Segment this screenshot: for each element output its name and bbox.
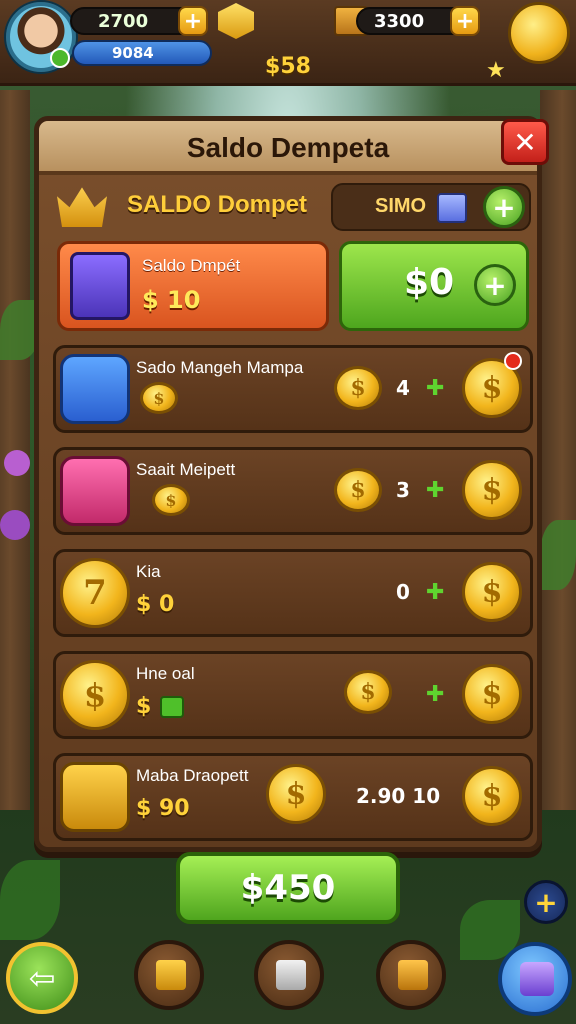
row-value: $ (136, 694, 152, 719)
crown-icon (57, 187, 107, 227)
tree-trunk-right (540, 90, 576, 810)
list-item[interactable]: Saait Meipett $ $ 3 ✚ $ (53, 447, 533, 535)
wallet-panel: Saldo Dempeta ✕ SALDO Dompet SIMO + Sald… (34, 116, 549, 852)
backpack-icon (70, 252, 130, 320)
gold-chest-icon (60, 762, 130, 832)
blue-bag-icon (60, 354, 130, 424)
feature-value: $ 10 (142, 286, 201, 314)
gift-icon (520, 962, 554, 996)
balance-button[interactable]: $0 + (339, 241, 529, 331)
balance-value: $0 (404, 262, 455, 303)
coin-button[interactable]: $ (462, 664, 522, 724)
sub-chip-label: SIMO (375, 195, 427, 217)
coin-button[interactable]: $ (462, 460, 522, 520)
add-cash-button[interactable]: + (450, 6, 480, 36)
list-item[interactable]: Sado Mangeh Mampa $ $ 4 ✚ $ (53, 345, 533, 433)
sub-title: SALDO Dompet (127, 191, 307, 218)
cash-count: 3300 (374, 10, 425, 32)
seven-coin-icon: 7 (60, 558, 130, 628)
row-count: 4 (396, 376, 410, 400)
floating-add-button[interactable]: + (524, 880, 568, 924)
close-button[interactable]: ✕ (501, 119, 549, 165)
row-value: $ 90 (136, 796, 190, 821)
feature-name: Saldo Dmpét (142, 256, 241, 275)
star-icon: ★ (486, 58, 506, 83)
back-button[interactable]: ⇦ (6, 942, 78, 1014)
buy-button[interactable]: $450 (176, 852, 400, 924)
shop-icon (156, 960, 186, 990)
coin-icon: $ (266, 764, 326, 824)
gem-icon (218, 3, 254, 39)
coin-icon: $ (334, 366, 382, 410)
inventory-icon (276, 960, 306, 990)
row-count: 2.90 10 (356, 784, 441, 808)
sub-header: SALDO Dompet SIMO + (53, 183, 533, 235)
box-icon (437, 193, 467, 223)
leaf-icon: ✚ (426, 580, 445, 605)
list-item[interactable]: Maba Draopett $ 90 $ 2.90 10 $ (53, 753, 533, 841)
gem-count: 2700 (98, 10, 149, 32)
row-name: Hne oal (136, 664, 195, 683)
leaf-icon: ✚ (426, 478, 445, 503)
nav-shop-button[interactable] (134, 940, 204, 1010)
dollar-coin-icon: $ (60, 660, 130, 730)
add-gems-button[interactable]: + (178, 6, 208, 36)
leaf-icon: ✚ (426, 376, 445, 401)
top-hud: 2700 + 9084 3300 + $58 ★ (0, 0, 576, 86)
row-count: 0 (396, 580, 410, 604)
row-name: Sado Mangeh Mampa (136, 358, 304, 377)
nav-treasure-button[interactable] (376, 940, 446, 1010)
notification-dot (504, 352, 522, 370)
leaf-icon: ✚ (426, 682, 445, 707)
row-value: $ 0 (136, 592, 175, 617)
leaf-decoration (540, 520, 576, 590)
flower-decoration (0, 510, 30, 540)
list-item[interactable]: $ Hne oal $ $ ✚ $ (53, 651, 533, 739)
coin-icon: $ (140, 382, 178, 414)
feature-card[interactable]: Saldo Dmpét $ 10 (57, 241, 329, 331)
cash-stack-icon (160, 696, 184, 718)
back-arrow-icon: ⇦ (28, 959, 56, 997)
feature-row: Saldo Dmpét $ 10 $0 + (53, 241, 533, 333)
row-count: 3 (396, 478, 410, 502)
pink-bag-icon (60, 456, 130, 526)
coin-button[interactable]: $ (462, 562, 522, 622)
panel-title: Saldo Dempeta (186, 132, 390, 163)
leaf-decoration (0, 860, 60, 940)
row-name: Saait Meipett (136, 460, 236, 479)
coin-icon: $ (152, 484, 190, 516)
treasure-icon (398, 960, 428, 990)
gift-button[interactable] (498, 942, 572, 1016)
coin-icon: $ (334, 468, 382, 512)
row-name: Maba Draopett (136, 766, 249, 785)
flower-decoration (4, 450, 30, 476)
sub-add-button[interactable]: + (483, 186, 525, 228)
coin-icon: $ (344, 670, 392, 714)
row-name: Kia (136, 562, 161, 581)
sub-chip: SIMO + (331, 183, 531, 231)
coin-button[interactable]: $ (462, 766, 522, 826)
list-item[interactable]: 7 Kia $ 0 0 ✚ $ (53, 549, 533, 637)
nav-inventory-button[interactable] (254, 940, 324, 1010)
balance-add-button[interactable]: + (474, 264, 516, 306)
